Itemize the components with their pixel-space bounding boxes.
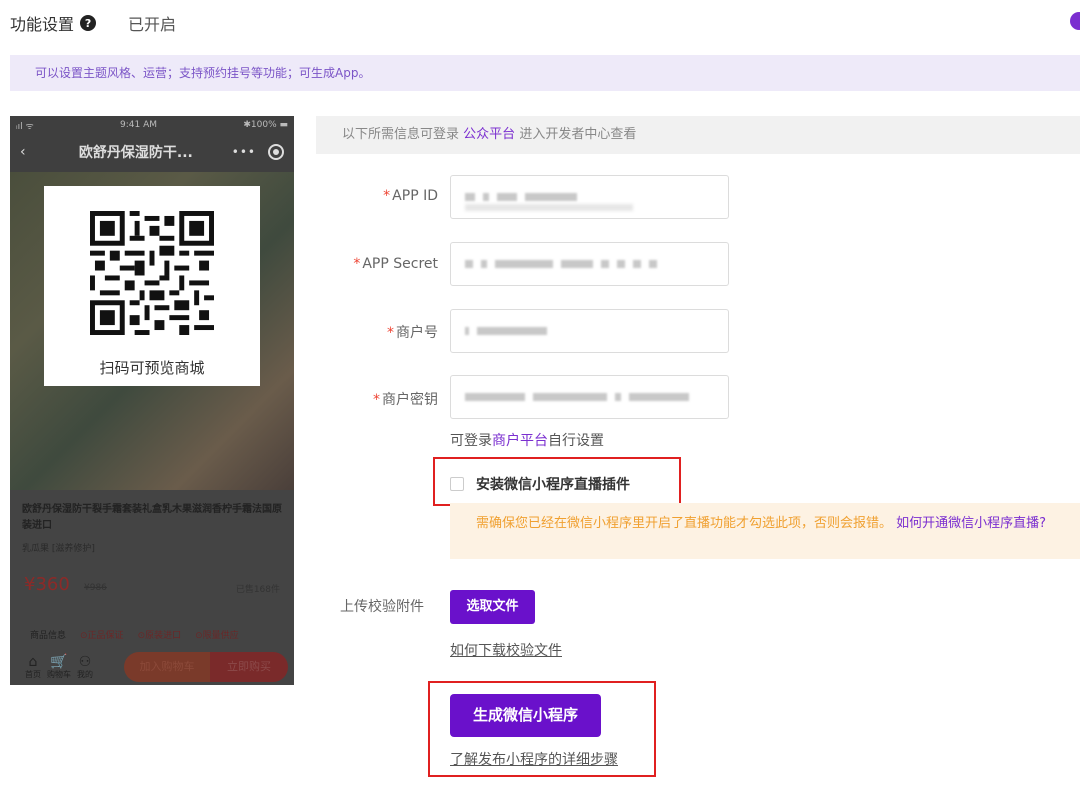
qr-label: 扫码可预览商城	[99, 359, 205, 377]
publish-steps-link[interactable]: 了解发布小程序的详细步骤	[450, 749, 618, 769]
product-old-price: ¥986	[84, 583, 107, 593]
generate-mini-program-button[interactable]: 生成微信小程序	[450, 694, 601, 737]
guarantee-item: ⊙限量供应	[195, 631, 239, 641]
app-id-label: * APP ID	[383, 188, 438, 204]
product-name: 欧舒丹保湿防干裂手霜套装礼盒乳木果滋润香柠手霜法国原装进口	[22, 504, 282, 531]
info-text: 以下所需信息可登录	[342, 127, 460, 142]
cart-icon: 🛒 购物车	[47, 653, 71, 679]
qr-code-icon	[90, 211, 214, 335]
guarantee-item: ⊙原装进口	[137, 631, 182, 641]
phone-bottom-bar: ⌂ 首页 🛒 购物车 ⚇ 我的 加入购物车 立即购买	[10, 648, 294, 685]
official-platform-link[interactable]: 公众平台	[463, 127, 515, 142]
merchant-key-label: * 商户密钥	[373, 392, 438, 408]
phone-time: 9:41 AM	[120, 120, 158, 130]
product-sold-count: 已售168件	[235, 585, 280, 595]
merchant-platform-link[interactable]: 商户平台	[492, 433, 548, 449]
home-icon: ⌂ 首页	[25, 653, 41, 679]
download-verify-file-link[interactable]: 如何下载校验文件	[450, 640, 562, 660]
merchant-key-field[interactable]	[450, 375, 729, 419]
section-header: 功能设置 ? 已开启	[10, 10, 176, 36]
info-bar: 以下所需信息可登录 公众平台 进入开发者中心查看	[316, 116, 1080, 154]
buy-now-button: 立即购买	[210, 652, 288, 682]
feature-toggle[interactable]	[1070, 12, 1080, 30]
merchant-no-field[interactable]	[450, 309, 729, 353]
info-text-suffix: 进入开发者中心查看	[519, 127, 637, 142]
signal-icon: ᵢıl ᯤ	[16, 121, 34, 132]
section-title: 功能设置	[10, 15, 75, 34]
app-id-field[interactable]	[450, 175, 729, 219]
back-icon: ‹	[20, 144, 26, 160]
guarantee-item: 商品信息	[30, 631, 67, 641]
product-brand: 乳瓜果 [滋养修护]	[22, 544, 95, 554]
add-to-cart-button: 加入购物车	[124, 652, 210, 682]
profile-icon: ⚇ 我的	[77, 653, 93, 679]
help-icon[interactable]: ?	[80, 15, 97, 31]
merchant-note: 可登录商户平台自行设置	[450, 433, 604, 449]
app-secret-field[interactable]	[450, 242, 729, 286]
battery-icon: ✱100% ▬	[243, 120, 288, 130]
guarantee-list: 商品信息 ⊙正品保证 ⊙原装进口 ⊙限量供应	[30, 628, 239, 641]
feature-status: 已开启	[128, 15, 177, 34]
choose-file-button[interactable]: 选取文件	[450, 590, 535, 624]
phone-nav-bar: ‹ 欧舒丹保湿防干... •••	[10, 134, 294, 170]
upload-label: 上传校验附件	[340, 599, 424, 615]
phone-status-bar: ᵢıl ᯤ 9:41 AM ✱100% ▬	[10, 116, 294, 134]
phone-nav-title: 欧舒丹保湿防干...	[78, 145, 193, 161]
product-price: ¥360	[24, 574, 70, 595]
warning-text: 需确保您已经在微信小程序里开启了直播功能才勾选此项，否则会报错。	[476, 516, 893, 531]
live-plugin-checkbox[interactable]	[450, 477, 464, 491]
guarantee-item: ⊙正品保证	[80, 631, 124, 641]
live-plugin-checkbox-row[interactable]: 安装微信小程序直播插件	[450, 474, 630, 494]
live-plugin-label: 安装微信小程序直播插件	[476, 477, 630, 493]
target-icon	[268, 144, 284, 160]
live-warning: 需确保您已经在微信小程序里开启了直播功能才勾选此项，否则会报错。 如何开通微信小…	[450, 503, 1080, 559]
app-secret-label: * APP Secret	[353, 256, 438, 272]
merchant-no-label: * 商户号	[387, 325, 438, 341]
how-to-enable-live-link[interactable]: 如何开通微信小程序直播?	[896, 516, 1046, 531]
qr-preview-card: 扫码可预览商城	[44, 186, 260, 386]
notice-banner: 可以设置主题风格、运营；支持预约挂号等功能；可生成App。	[10, 55, 1080, 91]
more-icon: •••	[231, 145, 256, 159]
